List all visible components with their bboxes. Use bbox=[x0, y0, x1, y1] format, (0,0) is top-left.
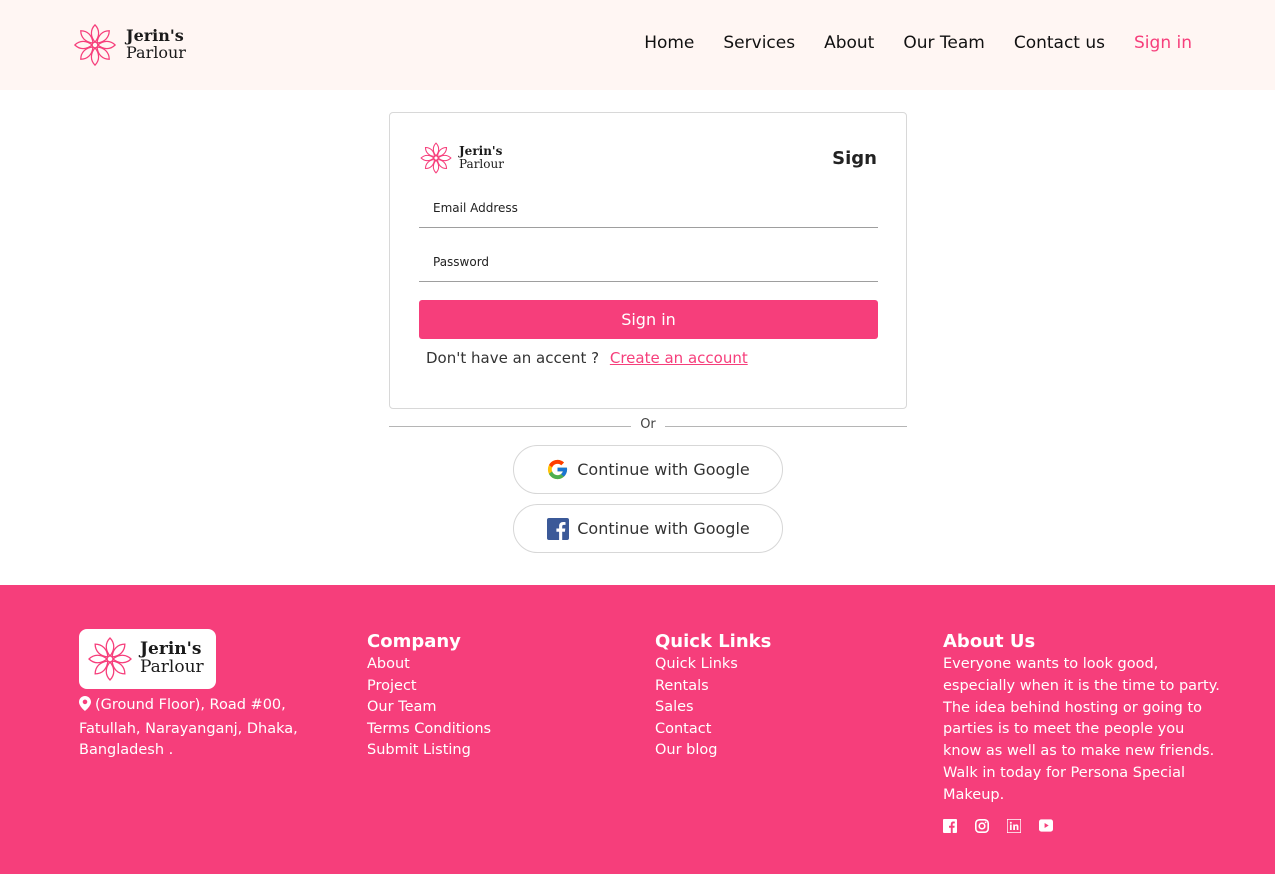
header-logo[interactable]: Jerin's Parlour bbox=[72, 22, 186, 68]
footer-link-project[interactable]: Project bbox=[367, 676, 491, 698]
facebook-icon[interactable] bbox=[943, 818, 957, 833]
nav-home[interactable]: Home bbox=[644, 33, 694, 53]
card-logo: Jerin's Parlour bbox=[419, 141, 504, 175]
footer-link-rentals[interactable]: Rentals bbox=[655, 676, 771, 698]
footer-about-text: Everyone wants to look good, especially … bbox=[943, 656, 1220, 803]
address-text: (Ground Floor), Road #00, Fatullah, Nara… bbox=[79, 697, 298, 758]
footer-company-column: Company About Project Our Team Terms Con… bbox=[367, 631, 491, 762]
separator-line-right bbox=[665, 426, 907, 427]
footer-link-our-blog[interactable]: Our blog bbox=[655, 740, 771, 762]
google-button-label: Continue with Google bbox=[577, 460, 750, 479]
footer-about-column: About Us Everyone wants to look good, es… bbox=[943, 631, 1223, 833]
site-header: Jerin's Parlour Home Services About Our … bbox=[0, 0, 1275, 90]
nav-sign-in[interactable]: Sign in bbox=[1134, 33, 1192, 53]
signin-title: Sign bbox=[832, 148, 877, 169]
signin-card: Jerin's Parlour Sign Sign in Don't have … bbox=[389, 112, 907, 409]
youtube-icon[interactable] bbox=[1039, 819, 1053, 833]
main-nav: Home Services About Our Team Contact us … bbox=[644, 33, 1192, 53]
facebook-icon bbox=[546, 517, 569, 540]
footer-company-heading: Company bbox=[367, 631, 461, 652]
footer-address: (Ground Floor), Road #00, Fatullah, Nara… bbox=[79, 695, 319, 762]
footer-link-sales[interactable]: Sales bbox=[655, 697, 771, 719]
or-separator: Or bbox=[389, 417, 907, 435]
footer-quick-links-heading: Quick Links bbox=[655, 631, 772, 652]
site-footer: Jerin's Parlour (Ground Floor), Road #00… bbox=[0, 585, 1275, 874]
footer-logo[interactable]: Jerin's Parlour bbox=[79, 629, 216, 689]
logo-text: Jerin's Parlour bbox=[459, 145, 504, 170]
password-field[interactable] bbox=[419, 242, 878, 282]
nav-services[interactable]: Services bbox=[723, 33, 795, 53]
signin-button[interactable]: Sign in bbox=[419, 300, 878, 339]
logo-name-line2: Parlour bbox=[459, 157, 504, 171]
nav-contact-us[interactable]: Contact us bbox=[1014, 33, 1105, 53]
footer-about-heading: About Us bbox=[943, 631, 1036, 652]
footer-quick-links-column: Quick Links Quick Links Rentals Sales Co… bbox=[655, 631, 771, 762]
logo-name-line2: Parlour bbox=[140, 657, 204, 677]
facebook-button-label: Continue with Google bbox=[577, 519, 750, 538]
no-account-text: Don't have an accent ? bbox=[426, 349, 600, 367]
create-account-row: Don't have an accent ? Create an account bbox=[426, 349, 748, 367]
footer-link-contact[interactable]: Contact bbox=[655, 719, 771, 741]
footer-link-terms-conditions[interactable]: Terms Conditions bbox=[367, 719, 491, 741]
google-icon bbox=[546, 458, 569, 481]
footer-link-about[interactable]: About bbox=[367, 654, 491, 676]
linkedin-icon[interactable] bbox=[1007, 818, 1021, 833]
logo-text: Jerin's Parlour bbox=[126, 27, 186, 62]
nav-about[interactable]: About bbox=[824, 33, 874, 53]
instagram-icon[interactable] bbox=[975, 818, 989, 833]
logo-name-line2: Parlour bbox=[126, 43, 186, 62]
footer-link-quick-links[interactable]: Quick Links bbox=[655, 654, 771, 676]
email-field[interactable] bbox=[419, 188, 878, 228]
create-account-link[interactable]: Create an account bbox=[610, 349, 748, 367]
continue-with-facebook-button[interactable]: Continue with Google bbox=[513, 504, 783, 553]
footer-link-submit-listing[interactable]: Submit Listing bbox=[367, 740, 491, 762]
location-pin-icon bbox=[79, 696, 91, 719]
footer-social-links bbox=[943, 818, 1223, 833]
footer-link-our-team[interactable]: Our Team bbox=[367, 697, 491, 719]
footer-logo-inner: Jerin's Parlour bbox=[86, 635, 204, 683]
lotus-flower-icon bbox=[420, 142, 452, 174]
nav-our-team[interactable]: Our Team bbox=[903, 33, 984, 53]
logo-text: Jerin's Parlour bbox=[140, 640, 204, 677]
lotus-flower-icon bbox=[74, 23, 116, 66]
continue-with-google-button[interactable]: Continue with Google bbox=[513, 445, 783, 494]
or-label: Or bbox=[640, 417, 656, 432]
lotus-flower-icon bbox=[88, 637, 132, 681]
